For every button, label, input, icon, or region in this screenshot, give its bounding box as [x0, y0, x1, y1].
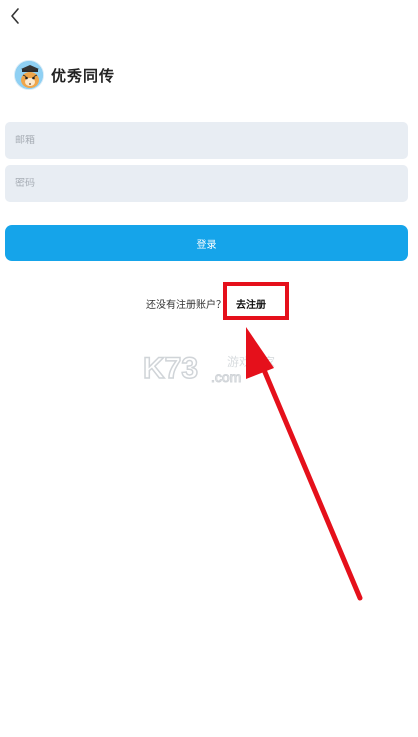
brand-header: 优秀同传 — [14, 60, 115, 90]
app-name: 优秀同传 — [51, 66, 116, 85]
back-button[interactable] — [4, 4, 26, 28]
password-field[interactable] — [5, 165, 408, 202]
tiger-mascot-logo — [14, 60, 44, 90]
k73-watermark: K73 游戏之家 .com — [142, 350, 275, 386]
register-prompt: 还没有注册账户？ — [146, 300, 226, 311]
watermark-domain: .com — [211, 369, 241, 385]
password-input[interactable] — [15, 178, 408, 189]
login-page: 优秀同传 登录 还没有注册账户？ 去注册 K73 游戏之家 .com — [0, 0, 418, 737]
email-field[interactable] — [5, 122, 408, 159]
email-input[interactable] — [15, 135, 408, 146]
watermark-sub: 游戏之家 — [227, 354, 275, 369]
register-row: 还没有注册账户？ 去注册 — [0, 296, 418, 312]
chevron-left-icon — [11, 8, 19, 24]
annotation-highlight-box — [223, 282, 289, 320]
watermark-main: K73 — [143, 352, 198, 385]
login-button[interactable]: 登录 — [5, 225, 408, 261]
